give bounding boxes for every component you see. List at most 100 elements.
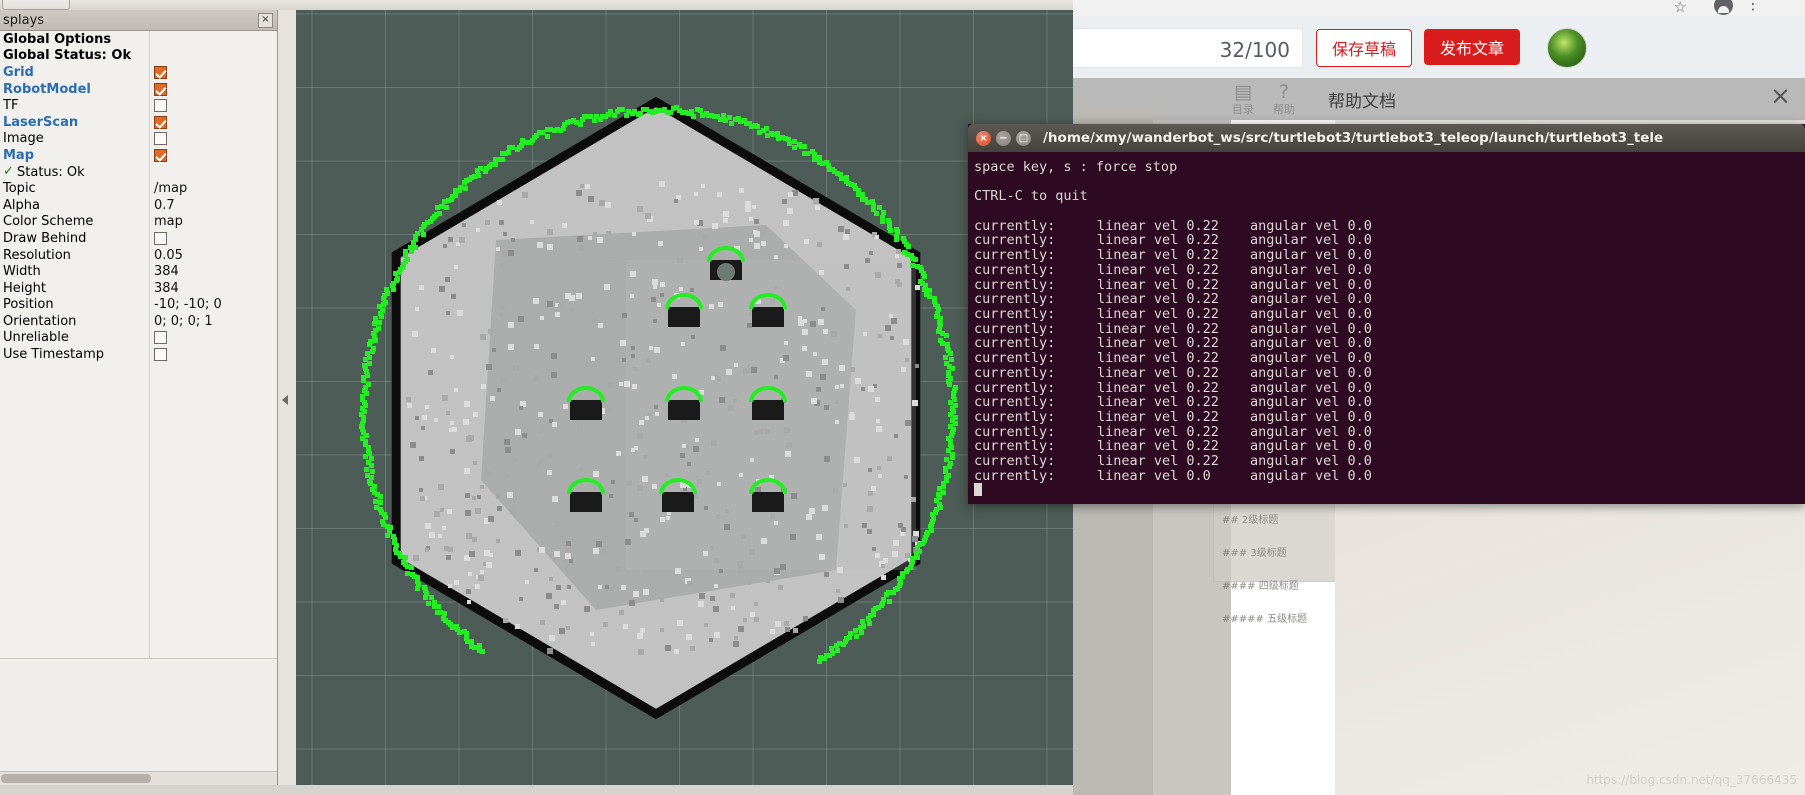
property-value[interactable]: /map [149, 181, 277, 196]
property-value[interactable]: 384 [149, 281, 277, 296]
display-property-row[interactable]: RobotModel [0, 81, 277, 98]
toc-icon[interactable]: ▤ 目录 [1226, 82, 1260, 117]
display-property-row[interactable]: Draw Behind [0, 230, 277, 247]
toolbar-label-publish-point[interactable]: Publish Point [630, 0, 706, 2]
display-property-row[interactable]: Width 384 [0, 263, 277, 280]
property-value[interactable] [149, 115, 277, 130]
help-panel-close-icon[interactable]: × [1770, 81, 1791, 111]
display-property-row[interactable]: Alpha 0.7 [0, 197, 277, 214]
terminal-linear-vel: linear vel 0.22 [1097, 379, 1219, 396]
property-value[interactable] [149, 65, 277, 80]
terminal-linear-vel: linear vel 0.22 [1097, 335, 1219, 352]
property-value[interactable]: 0; 0; 0; 1 [149, 314, 277, 329]
property-checkbox[interactable] [154, 132, 167, 146]
property-value[interactable] [149, 148, 277, 163]
property-value[interactable] [149, 231, 277, 246]
display-property-row[interactable]: ✓ Status: Ok [0, 164, 277, 181]
property-value[interactable] [149, 98, 277, 113]
help-icon[interactable]: ? 帮助 [1267, 82, 1301, 117]
displays-horizontal-scrollbar[interactable] [0, 771, 277, 785]
display-property-list[interactable]: Global Options Global Status: Ok Grid Robot… [0, 31, 277, 681]
displays-panel-close-icon[interactable]: × [258, 13, 273, 28]
display-property-row[interactable]: Global Status: Ok [0, 48, 277, 65]
property-value[interactable] [149, 82, 277, 97]
scrollbar-thumb[interactable] [1, 774, 151, 783]
property-value[interactable]: 0.05 [149, 248, 277, 263]
terminal-window[interactable]: × − □ /home/xmy/wanderbot_ws/src/turtleb… [968, 124, 1805, 504]
display-property-row[interactable]: Image [0, 131, 277, 148]
display-property-row[interactable]: Color Scheme map [0, 214, 277, 231]
terminal-linear-vel: linear vel 0.22 [1097, 453, 1219, 470]
property-checkbox[interactable] [154, 231, 167, 245]
terminal-line-label: currently: [974, 438, 1056, 455]
property-value[interactable] [149, 347, 277, 362]
obstacle [752, 492, 784, 512]
property-value[interactable]: -10; -10; 0 [149, 297, 277, 312]
display-property-row[interactable]: TF [0, 97, 277, 114]
column-divider [149, 31, 150, 681]
article-title-input[interactable]: 32/100 [1073, 28, 1303, 68]
display-property-row[interactable]: Global Options [0, 31, 277, 48]
terminal-titlebar[interactable]: × − □ /home/xmy/wanderbot_ws/src/turtleb… [968, 124, 1805, 152]
toolbar-label-measure[interactable]: Measure [351, 0, 402, 2]
property-name: Unreliable [3, 330, 69, 346]
terminal-line: currently: linear vel 0.22 angular vel 0.0 [974, 336, 1805, 351]
terminal-angular-vel: angular vel 0.0 [1250, 423, 1372, 440]
property-value[interactable] [149, 131, 277, 146]
browser-menu-icon[interactable]: ⋮ [1745, 0, 1761, 12]
terminal-line: currently: linear vel 0.22 angular vel 0.0 [974, 218, 1805, 234]
bookmark-star-icon[interactable]: ☆ [1674, 0, 1687, 16]
display-property-row[interactable]: Use Timestamp [0, 346, 277, 363]
terminal-line-label: currently: [974, 423, 1056, 440]
display-property-row[interactable]: Grid [0, 64, 277, 81]
property-checkbox[interactable] [154, 348, 167, 362]
toolbar-label-nav-goal[interactable]: 2D Nav Goal [534, 0, 609, 2]
maximize-icon[interactable]: □ [1016, 130, 1031, 146]
terminal-line: space key, s : force stop [974, 159, 1178, 175]
terminal-angular-vel: angular vel 0.0 [1250, 276, 1372, 293]
account-icon[interactable] [1714, 0, 1733, 15]
display-property-row[interactable]: Topic/map [0, 180, 277, 197]
display-property-row[interactable]: Map [0, 147, 277, 164]
display-property-row[interactable]: LaserScan [0, 114, 277, 131]
terminal-output[interactable]: space key, s : force stop CTRL-C to quit c… [968, 152, 1805, 504]
display-property-row[interactable]: Position -10; -10; 0 [0, 297, 277, 314]
property-value[interactable]: 0.7 [149, 198, 277, 213]
thumbnail-line: ### 3级标题 [1222, 548, 1287, 559]
rviz-toolbar[interactable]: Interact Move Camera Select Focus Camera… [0, 0, 1073, 10]
terminal-line: currently: linear vel 0.22 angular vel 0.0 [974, 379, 1805, 396]
property-name: Position [3, 297, 54, 313]
toolbar-label-move-camera[interactable]: Move Camera [72, 0, 155, 2]
minimize-icon[interactable]: − [996, 130, 1011, 146]
rviz-3d-viewport[interactable] [296, 10, 1073, 785]
property-checkbox[interactable] [154, 82, 167, 96]
property-value[interactable] [149, 330, 277, 345]
property-checkbox[interactable] [154, 148, 167, 162]
panel-splitter[interactable] [278, 10, 296, 785]
title-char-counter: 32/100 [1219, 38, 1290, 62]
toolbar-label-select[interactable]: Select [181, 0, 218, 2]
toolbar-label-pose-estimate[interactable]: 2D Pose Estimate [415, 0, 520, 2]
close-icon[interactable]: × [976, 130, 991, 146]
property-value[interactable]: map [149, 214, 277, 229]
property-checkbox[interactable] [154, 331, 167, 345]
property-checkbox[interactable] [154, 115, 167, 129]
publish-article-button[interactable]: 发布文章 [1424, 29, 1520, 65]
help-glyph: ? [1278, 81, 1290, 103]
display-property-row[interactable]: Unreliable [0, 330, 277, 347]
property-value[interactable]: 384 [149, 264, 277, 279]
display-property-row[interactable]: Resolution 0.05 [0, 247, 277, 264]
chevron-left-icon[interactable] [282, 395, 288, 405]
avatar[interactable] [1547, 28, 1587, 68]
property-name: Height [3, 280, 46, 296]
terminal-angular-vel: angular vel 0.0 [1250, 394, 1372, 411]
display-property-row[interactable]: Height 384 [0, 280, 277, 297]
save-draft-button[interactable]: 保存草稿 [1316, 29, 1412, 67]
display-property-row[interactable]: Orientation 0; 0; 0; 1 [0, 313, 277, 330]
property-checkbox[interactable] [154, 99, 167, 113]
property-checkbox[interactable] [154, 65, 167, 79]
robot-model [717, 263, 735, 281]
toolbar-label-focus-camera[interactable]: Focus Camera [243, 0, 328, 2]
terminal-line-label: currently: [974, 453, 1056, 470]
